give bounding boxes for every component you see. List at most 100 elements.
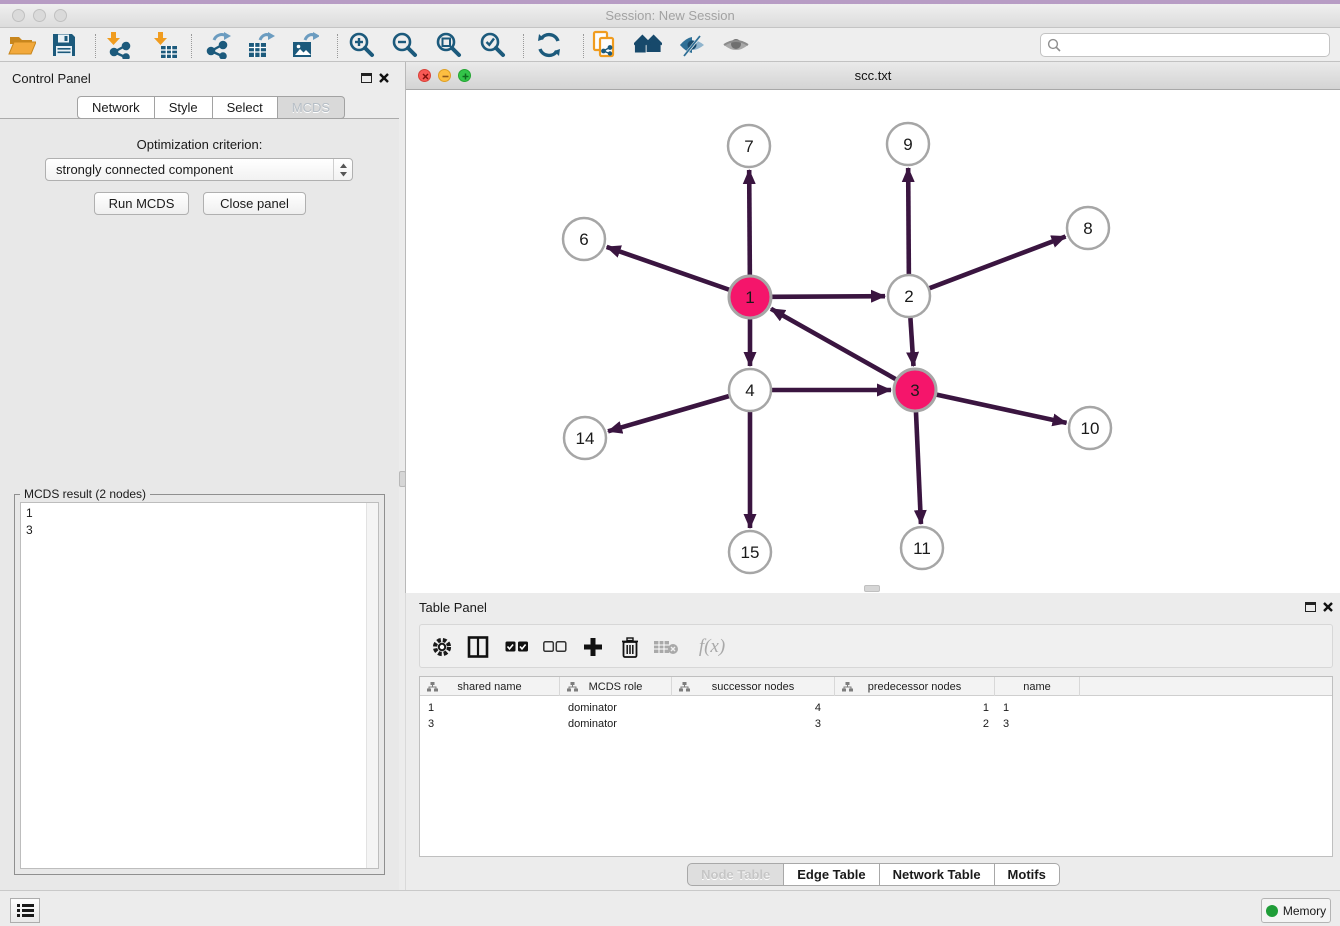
tab-select[interactable]: Select (213, 96, 278, 119)
tab-node-table[interactable]: Node Table (687, 863, 784, 886)
network-window: scc.txt 7968124314101511 (405, 62, 1340, 593)
toolbar-separator (523, 34, 524, 58)
graph-edge-2-8[interactable] (930, 237, 1066, 289)
graph-edge-3-10[interactable] (936, 395, 1066, 423)
show-columns-button[interactable] (464, 633, 492, 661)
close-panel-icon[interactable] (378, 72, 390, 84)
table-settings-button[interactable] (428, 633, 456, 661)
import-table-button[interactable] (151, 31, 179, 59)
run-mcds-button[interactable]: Run MCDS (94, 192, 189, 215)
table-panel: Table Panel (405, 593, 1340, 890)
import-network-button[interactable] (104, 31, 132, 59)
network-graph[interactable]: 7968124314101511 (406, 90, 1339, 593)
graph-edge-3-1[interactable] (771, 309, 896, 379)
graph-edge-2-3[interactable] (910, 318, 913, 366)
save-session-button[interactable] (50, 31, 78, 59)
delete-button[interactable] (616, 633, 644, 661)
hide-selected-button[interactable] (678, 31, 706, 59)
tab-motifs[interactable]: Motifs (995, 863, 1060, 886)
zoom-in-icon (348, 31, 376, 59)
graph-edge-1-6[interactable] (607, 247, 730, 290)
column-header-successor-nodes[interactable]: successor nodes (672, 677, 835, 696)
column-header-shared-name[interactable]: shared name (420, 677, 560, 696)
close-panel-button[interactable]: Close panel (203, 192, 306, 215)
zoom-fit-button[interactable] (435, 31, 463, 59)
zoom-window-button[interactable] (54, 9, 67, 22)
column-header-name[interactable]: name (995, 677, 1080, 696)
tab-mcds[interactable]: MCDS (278, 96, 345, 119)
zoom-in-button[interactable] (348, 31, 376, 59)
memory-label: Memory (1283, 904, 1326, 918)
table-panel-title: Table Panel (419, 600, 487, 615)
search-box[interactable] (1040, 33, 1330, 57)
table-tabs: Node Table Edge Table Network Table Moti… (406, 863, 1340, 886)
fx-icon: f(x) (699, 636, 725, 658)
tab-style[interactable]: Style (155, 96, 213, 119)
zoom-selected-icon (479, 31, 507, 59)
graph-edge-4-14[interactable] (608, 396, 729, 431)
search-input[interactable] (1065, 38, 1329, 53)
network-canvas[interactable]: 7968124314101511 (406, 90, 1339, 593)
refresh-button[interactable] (535, 31, 563, 59)
hierarchy-icon (842, 682, 853, 692)
table-divider-grip[interactable] (864, 585, 880, 592)
zoom-selected-button[interactable] (479, 31, 507, 59)
select-all-button[interactable] (503, 633, 531, 661)
maximize-view-button[interactable] (458, 69, 471, 82)
export-network-icon (204, 31, 232, 59)
float-panel-icon[interactable] (361, 73, 372, 83)
criterion-select[interactable]: strongly connected component (45, 158, 353, 181)
memory-button[interactable]: Memory (1261, 898, 1331, 923)
close-table-panel-icon[interactable] (1322, 601, 1334, 613)
control-panel-title: Control Panel (12, 71, 91, 86)
delete-table-button[interactable] (652, 633, 680, 661)
tab-network-table[interactable]: Network Table (880, 863, 995, 886)
export-network-button[interactable] (204, 31, 232, 59)
houses-icon (634, 32, 662, 58)
add-row-button[interactable] (579, 633, 607, 661)
cell-predecessor-nodes[interactable]: 2 (835, 716, 995, 732)
deselect-all-button[interactable] (541, 633, 569, 661)
mcds-result-text[interactable]: 1 3 (20, 502, 379, 869)
cell-predecessor-nodes[interactable]: 1 (835, 700, 995, 716)
plus-icon (583, 637, 603, 657)
cell-mcds-role[interactable]: dominator (560, 700, 672, 716)
graph-edge-1-7[interactable] (749, 170, 750, 275)
tab-network[interactable]: Network (77, 96, 155, 119)
cell-name[interactable]: 3 (995, 716, 1080, 732)
cell-shared-name[interactable]: 1 (420, 700, 560, 716)
result-scrollbar[interactable] (366, 503, 378, 868)
graph-edge-3-11[interactable] (916, 412, 921, 524)
first-neighbors-button[interactable] (634, 31, 662, 59)
tab-edge-table[interactable]: Edge Table (784, 863, 879, 886)
clone-network-button[interactable] (590, 31, 618, 59)
graph-edge-1-2[interactable] (772, 296, 885, 297)
cell-successor-nodes[interactable]: 3 (672, 716, 835, 732)
export-image-button[interactable] (291, 31, 319, 59)
minimize-view-button[interactable] (438, 69, 451, 82)
table-row[interactable]: 1 dominator 4 1 1 (420, 700, 1332, 716)
graph-edge-2-9[interactable] (908, 168, 909, 274)
cell-name[interactable]: 1 (995, 700, 1080, 716)
open-session-button[interactable] (8, 31, 36, 59)
open-folder-icon (8, 32, 36, 58)
graph-node-label: 15 (741, 543, 760, 562)
column-header-predecessor-nodes[interactable]: predecessor nodes (835, 677, 995, 696)
graph-node-label: 7 (744, 137, 753, 156)
close-view-button[interactable] (418, 69, 431, 82)
column-header-mcds-role[interactable]: MCDS role (560, 677, 672, 696)
cell-successor-nodes[interactable]: 4 (672, 700, 835, 716)
zoom-out-button[interactable] (391, 31, 419, 59)
table-row[interactable]: 3 dominator 3 2 3 (420, 716, 1332, 732)
float-table-panel-icon[interactable] (1305, 602, 1316, 612)
cell-shared-name[interactable]: 3 (420, 716, 560, 732)
graph-node-label: 3 (910, 381, 919, 400)
close-window-button[interactable] (12, 9, 25, 22)
minimize-window-button[interactable] (33, 9, 46, 22)
cell-mcds-role[interactable]: dominator (560, 716, 672, 732)
show-all-button[interactable] (722, 31, 750, 59)
hierarchy-icon (567, 682, 578, 692)
export-table-button[interactable] (247, 31, 275, 59)
task-history-button[interactable] (10, 898, 40, 923)
function-builder-button[interactable]: f(x) (692, 633, 732, 661)
